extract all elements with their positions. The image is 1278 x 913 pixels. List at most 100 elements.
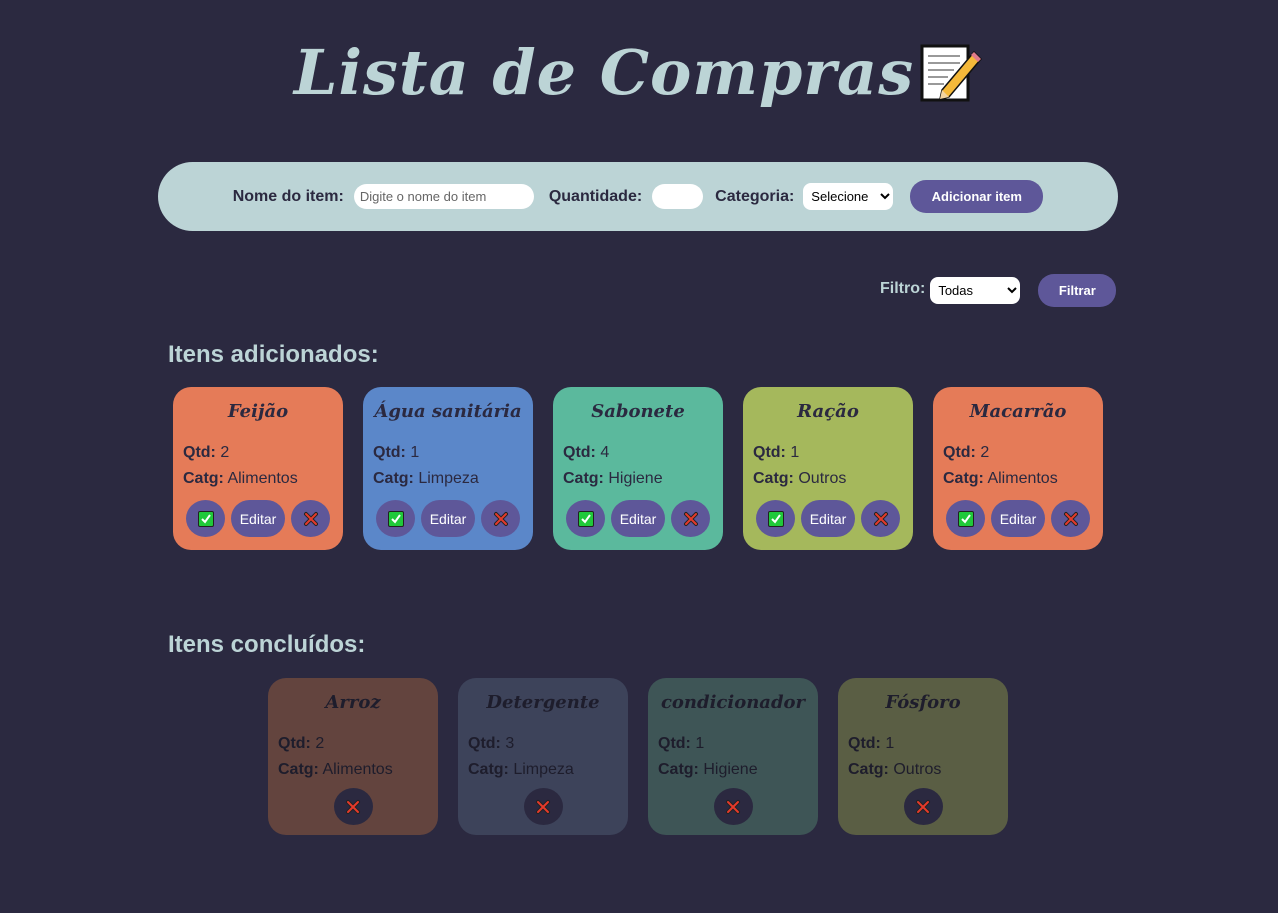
delete-button[interactable] bbox=[903, 788, 943, 825]
category-value: Alimentos bbox=[227, 470, 298, 487]
qty-value: 1 bbox=[885, 735, 895, 752]
item-category: Catg: Outros bbox=[848, 761, 941, 779]
item-qty: Qtd: 4 bbox=[563, 444, 609, 462]
item-name: Sabonete bbox=[591, 401, 685, 422]
item-card: Ração Qtd: 1 Catg: Outros Editar bbox=[743, 387, 913, 550]
filter-select[interactable]: Todas bbox=[930, 277, 1021, 304]
check-icon bbox=[197, 510, 214, 527]
filter-bar: Filtro: Todas Filtrar bbox=[880, 274, 1117, 307]
item-name: condicionador bbox=[660, 692, 806, 713]
item-actions bbox=[458, 788, 628, 825]
qty-label: Qtd: bbox=[563, 444, 596, 461]
quantity-input[interactable] bbox=[652, 184, 704, 209]
qty-label: Qtd: bbox=[658, 735, 691, 752]
complete-button[interactable] bbox=[946, 500, 985, 537]
qty-label: Qtd: bbox=[753, 444, 786, 461]
qty-label: Qtd: bbox=[373, 444, 406, 461]
qty-value: 2 bbox=[980, 444, 990, 461]
delete-button[interactable] bbox=[291, 500, 330, 537]
complete-button[interactable] bbox=[376, 500, 415, 537]
delete-button[interactable] bbox=[713, 788, 753, 825]
qty-value: 3 bbox=[505, 735, 515, 752]
delete-x-icon bbox=[873, 511, 888, 526]
item-qty: Qtd: 1 bbox=[753, 444, 799, 462]
name-label: Nome do item: bbox=[232, 187, 344, 205]
item-name: Água sanitária bbox=[374, 401, 522, 422]
delete-button[interactable] bbox=[1051, 500, 1090, 537]
complete-button[interactable] bbox=[566, 500, 605, 537]
page-title: Lista de Compras bbox=[293, 36, 915, 109]
added-section-title: Itens adicionados: bbox=[168, 341, 379, 368]
quantity-label: Quantidade: bbox=[548, 187, 643, 205]
category-value: Alimentos bbox=[987, 470, 1058, 487]
filter-button[interactable]: Filtrar bbox=[1038, 274, 1117, 307]
catg-label: Catg: bbox=[278, 761, 319, 778]
memo-pencil-icon bbox=[920, 44, 983, 101]
done-items-list: Arroz Qtd: 2 Catg: Alimentos Detergente Qtd:… bbox=[268, 678, 1008, 835]
item-actions: Editar bbox=[363, 500, 533, 537]
item-actions: Editar bbox=[173, 500, 343, 537]
complete-button[interactable] bbox=[186, 500, 225, 537]
delete-button[interactable] bbox=[671, 500, 710, 537]
catg-label: Catg: bbox=[658, 761, 699, 778]
item-qty: Qtd: 1 bbox=[373, 444, 419, 462]
delete-x-icon bbox=[346, 799, 360, 814]
complete-button[interactable] bbox=[756, 500, 795, 537]
delete-button[interactable] bbox=[523, 788, 563, 825]
edit-button[interactable]: Editar bbox=[801, 500, 855, 537]
item-category: Catg: Alimentos bbox=[943, 470, 1058, 488]
delete-x-icon bbox=[536, 799, 550, 814]
delete-x-icon bbox=[493, 511, 508, 526]
item-card: Água sanitária Qtd: 1 Catg: Limpeza Editar bbox=[363, 387, 533, 550]
qty-label: Qtd: bbox=[278, 735, 311, 752]
item-name: Arroz bbox=[325, 692, 381, 713]
item-category: Catg: Alimentos bbox=[183, 470, 298, 488]
item-category: Catg: Alimentos bbox=[278, 761, 393, 779]
qty-value: 1 bbox=[410, 444, 420, 461]
edit-button[interactable]: Editar bbox=[611, 500, 665, 537]
qty-value: 2 bbox=[315, 735, 325, 752]
catg-label: Catg: bbox=[183, 470, 224, 487]
item-card: Sabonete Qtd: 4 Catg: Higiene Editar bbox=[553, 387, 723, 550]
item-name: Feijão bbox=[227, 401, 289, 422]
item-qty: Qtd: 1 bbox=[848, 735, 894, 753]
item-name: Detergente bbox=[486, 692, 600, 713]
item-name: Ração bbox=[797, 401, 859, 422]
item-name-input[interactable] bbox=[353, 184, 534, 209]
done-item-card: Detergente Qtd: 3 Catg: Limpeza bbox=[458, 678, 628, 835]
item-category: Catg: Higiene bbox=[658, 761, 758, 779]
edit-button[interactable]: Editar bbox=[991, 500, 1045, 537]
delete-button[interactable] bbox=[481, 500, 520, 537]
item-actions: Editar bbox=[933, 500, 1103, 537]
item-category: Catg: Limpeza bbox=[468, 761, 574, 779]
delete-button[interactable] bbox=[333, 788, 373, 825]
item-actions bbox=[268, 788, 438, 825]
edit-button[interactable]: Editar bbox=[421, 500, 475, 537]
added-items-list: Feijão Qtd: 2 Catg: Alimentos Editar Água sa… bbox=[173, 387, 1103, 550]
catg-label: Catg: bbox=[753, 470, 794, 487]
catg-label: Catg: bbox=[563, 470, 604, 487]
item-actions bbox=[838, 788, 1008, 825]
edit-button[interactable]: Editar bbox=[231, 500, 285, 537]
item-category: Catg: Higiene bbox=[563, 470, 663, 488]
item-actions: Editar bbox=[553, 500, 723, 537]
qty-value: 1 bbox=[790, 444, 800, 461]
qty-label: Qtd: bbox=[183, 444, 216, 461]
delete-x-icon bbox=[683, 511, 698, 526]
category-value: Outros bbox=[893, 761, 942, 778]
catg-label: Catg: bbox=[468, 761, 509, 778]
delete-x-icon bbox=[916, 799, 930, 814]
check-icon bbox=[387, 510, 404, 527]
add-item-button[interactable]: Adicionar item bbox=[910, 180, 1044, 213]
category-select[interactable]: Selecione bbox=[803, 183, 894, 210]
delete-button[interactable] bbox=[861, 500, 900, 537]
page-header: Lista de Compras bbox=[0, 36, 1278, 109]
item-qty: Qtd: 1 bbox=[658, 735, 704, 753]
item-actions bbox=[648, 788, 818, 825]
category-value: Outros bbox=[798, 470, 847, 487]
category-value: Limpeza bbox=[513, 761, 574, 778]
done-section-title: Itens concluídos: bbox=[168, 631, 366, 658]
qty-label: Qtd: bbox=[468, 735, 501, 752]
done-item-card: Arroz Qtd: 2 Catg: Alimentos bbox=[268, 678, 438, 835]
done-item-card: condicionador Qtd: 1 Catg: Higiene bbox=[648, 678, 818, 835]
